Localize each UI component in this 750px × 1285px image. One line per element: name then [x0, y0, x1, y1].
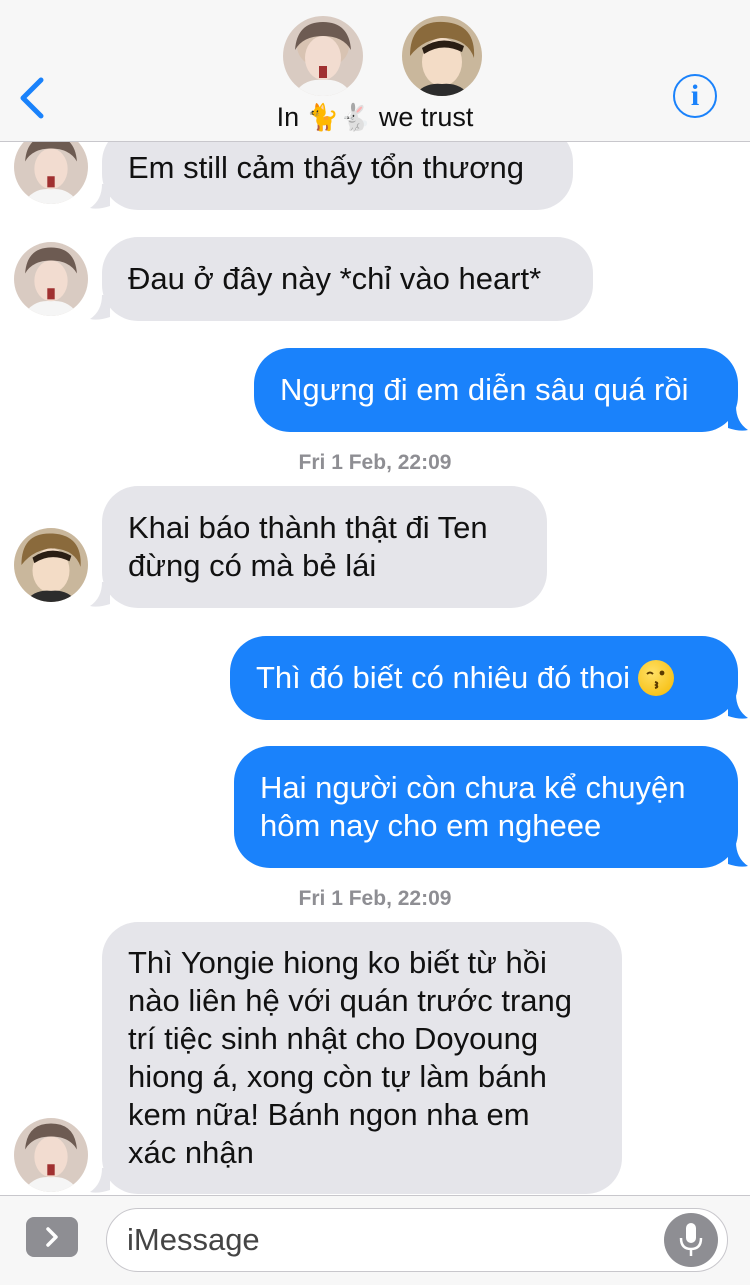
conversation-title[interactable]: In 🐈🐇 we trust: [0, 100, 750, 134]
bubble-tail: [728, 842, 748, 867]
message-bubble-outgoing[interactable]: Ngưng đi em diễn sâu quá rồi: [254, 348, 738, 432]
sender-avatar[interactable]: [14, 528, 88, 602]
message-timestamp: Fri 1 Feb, 22:09: [298, 887, 452, 910]
title-prefix: In: [276, 102, 300, 132]
compose-bar: [0, 1195, 750, 1285]
bubble-tail: [728, 694, 748, 719]
message-text: Đau ở đây này *chỉ vào heart*: [128, 261, 542, 296]
kissing-face-emoji: [637, 660, 674, 696]
message-bubble-incoming[interactable]: Khai báo thành thật đi Ten đừng có mà bẻ…: [102, 486, 547, 608]
message-text: Thì đó biết có nhiêu đó thoi: [256, 660, 630, 695]
message-text: Em still cảm thấy tổn thương: [128, 150, 525, 185]
message-input[interactable]: [106, 1208, 728, 1272]
sender-avatar[interactable]: [14, 242, 88, 316]
bubble-tail: [728, 406, 748, 431]
sender-avatar[interactable]: [14, 1118, 88, 1192]
group-avatar-member-2[interactable]: [402, 16, 482, 96]
info-button[interactable]: i: [673, 74, 717, 118]
message-bubble-incoming[interactable]: Thì Yongie hiong ko biết từ hồi nào liên…: [102, 922, 622, 1194]
message-text: Thì Yongie hiong ko biết từ hồi nào liên…: [128, 945, 572, 1170]
message-text: Ngưng đi em diễn sâu quá rồi: [280, 372, 689, 407]
message-bubble-incoming[interactable]: Đau ở đây này *chỉ vào heart*: [102, 237, 593, 321]
message-bubble-outgoing[interactable]: Hai người còn chưa kể chuyện hôm nay cho…: [234, 746, 738, 868]
apps-expand-button[interactable]: [26, 1217, 78, 1257]
title-suffix: we trust: [378, 102, 474, 132]
info-icon: i: [690, 79, 700, 112]
microphone-icon: [679, 1223, 703, 1256]
group-avatar-member-1[interactable]: [283, 16, 363, 96]
cat-rabbit-emoji: 🐈🐇: [306, 102, 372, 132]
message-text: Khai báo thành thật đi Ten đừng có mà bẻ…: [128, 510, 488, 583]
conversation-header: In 🐈🐇 we trust i: [0, 0, 750, 142]
microphone-button[interactable]: [664, 1213, 718, 1267]
message-text: Hai người còn chưa kể chuyện hôm nay cho…: [260, 770, 686, 843]
chevron-right-icon: [46, 1227, 58, 1247]
message-bubble-outgoing[interactable]: Thì đó biết có nhiêu đó thoi: [230, 636, 738, 720]
message-timestamp: Fri 1 Feb, 22:09: [298, 451, 452, 474]
